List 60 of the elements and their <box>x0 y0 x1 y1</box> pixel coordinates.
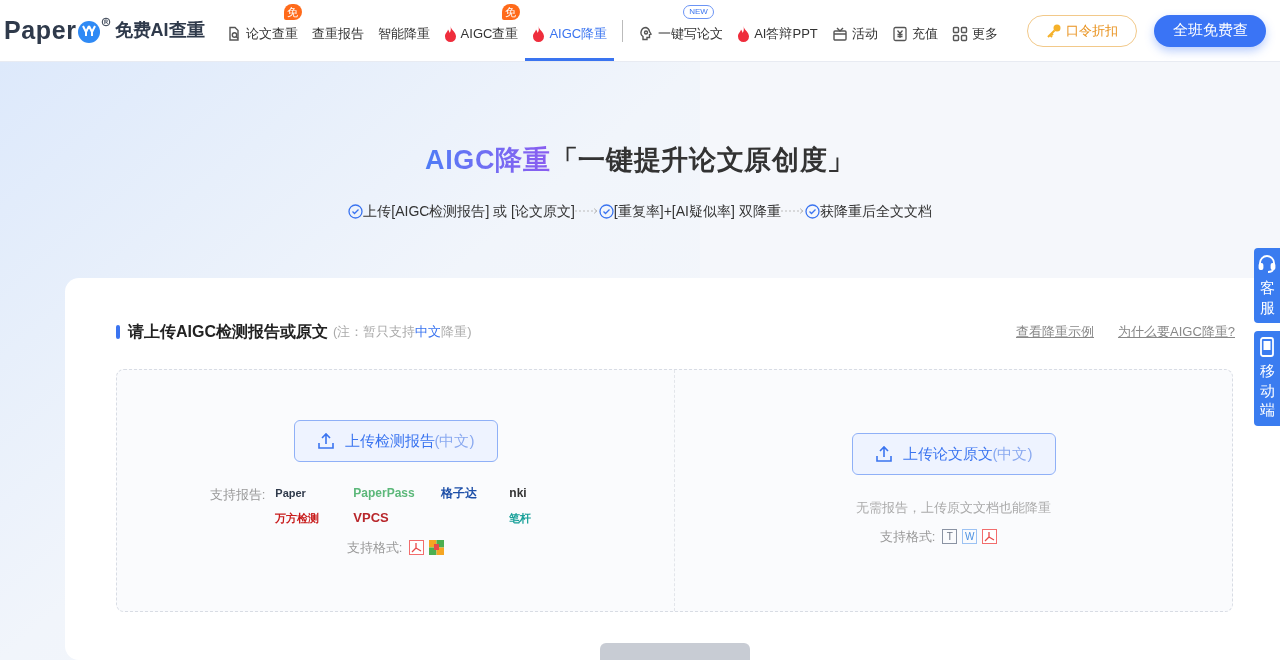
logo-text[interactable]: Paper <box>4 11 77 50</box>
nav-tab[interactable]: 一键写论文 <box>631 23 731 44</box>
key-icon <box>1046 22 1062 39</box>
pdf-file-icon <box>409 539 425 555</box>
class-free-check-button[interactable]: 全班免费查 <box>1154 14 1266 47</box>
dotted-arrow-icon <box>574 208 599 214</box>
check-circle-icon <box>804 203 820 219</box>
gift-box-icon <box>831 25 848 42</box>
pdf-file-icon <box>982 528 998 544</box>
side-widget[interactable]: 移动端 <box>1254 331 1280 426</box>
supported-reports-label: 支持报告: <box>209 486 266 504</box>
help-link[interactable]: 查看降重示例 <box>1016 322 1094 342</box>
yen-icon <box>891 25 908 42</box>
upload-hint: 无需报告，上传原文文档也能降重 <box>856 499 1051 517</box>
heading-note: (注：暂只支持中文降重) <box>333 323 472 342</box>
nav-tab[interactable]: 更多 <box>944 23 1005 44</box>
check-circle-icon <box>348 203 364 219</box>
step-text: 获降重后全文文档 <box>819 201 932 221</box>
nav-tab[interactable]: AIGC查重 <box>436 23 526 44</box>
archive-file-icon <box>429 539 445 555</box>
step-text: 上传[AIGC检测报告] 或 [论文原文] <box>363 201 575 221</box>
upload-button[interactable]: 上传论文原文(中文) <box>851 433 1056 475</box>
dotted-arrow-icon <box>780 208 805 214</box>
nav-tab[interactable]: 充值 <box>884 23 945 44</box>
formats-label: 支持格式: <box>879 527 936 546</box>
hero-title: 「一键提升论文原创度」 <box>550 144 855 177</box>
report-brand-logo: nki <box>509 485 528 502</box>
nav-tab[interactable]: AIGC降重 <box>525 23 615 44</box>
logo-mark-icon <box>76 16 111 45</box>
heading-accent-bar <box>116 325 120 339</box>
nav-tab[interactable]: AI答辩PPT <box>730 23 825 44</box>
logo-tagline: 免费AI查重 <box>114 19 205 42</box>
grid-icon <box>951 25 968 42</box>
formats-label: 支持格式: <box>346 538 403 557</box>
upload-icon <box>874 445 893 463</box>
headset-icon <box>1257 254 1277 274</box>
text-file-badge: T <box>942 528 958 544</box>
nav-tab[interactable]: 论文查重 <box>218 23 305 44</box>
nav-tab[interactable]: 活动 <box>824 23 885 44</box>
section-heading: 请上传AIGC检测报告或原文 <box>128 322 328 342</box>
upload-button[interactable]: 上传检测报告(中文) <box>293 420 498 462</box>
report-brand-logo: 万方检测 <box>275 510 321 526</box>
report-brand-logo: Paper <box>275 485 307 501</box>
upload-icon <box>316 432 335 450</box>
nav-tab[interactable]: 智能降重 <box>370 23 437 44</box>
free-badge: 免 <box>501 4 520 20</box>
report-brand-logo: VPCS <box>353 509 390 527</box>
step-text: [重复率]+[AI疑似率] 双降重 <box>613 201 781 221</box>
report-brand-logo: 笔杆 <box>509 510 533 526</box>
side-widget[interactable]: 客服 <box>1254 248 1280 323</box>
help-link[interactable]: 为什么要AIGC降重? <box>1118 322 1235 342</box>
lightbulb-icon <box>638 25 655 42</box>
free-badge: 免 <box>283 4 302 20</box>
phone-icon <box>1259 337 1275 357</box>
new-badge: NEW <box>683 5 714 19</box>
nav-tab[interactable]: 查重报告 <box>304 23 371 44</box>
word-file-badge: W <box>962 528 978 544</box>
check-circle-icon <box>598 203 614 219</box>
report-brand-logo: 格子达 <box>441 485 479 502</box>
report-brand-logo: PaperPass <box>353 485 416 502</box>
